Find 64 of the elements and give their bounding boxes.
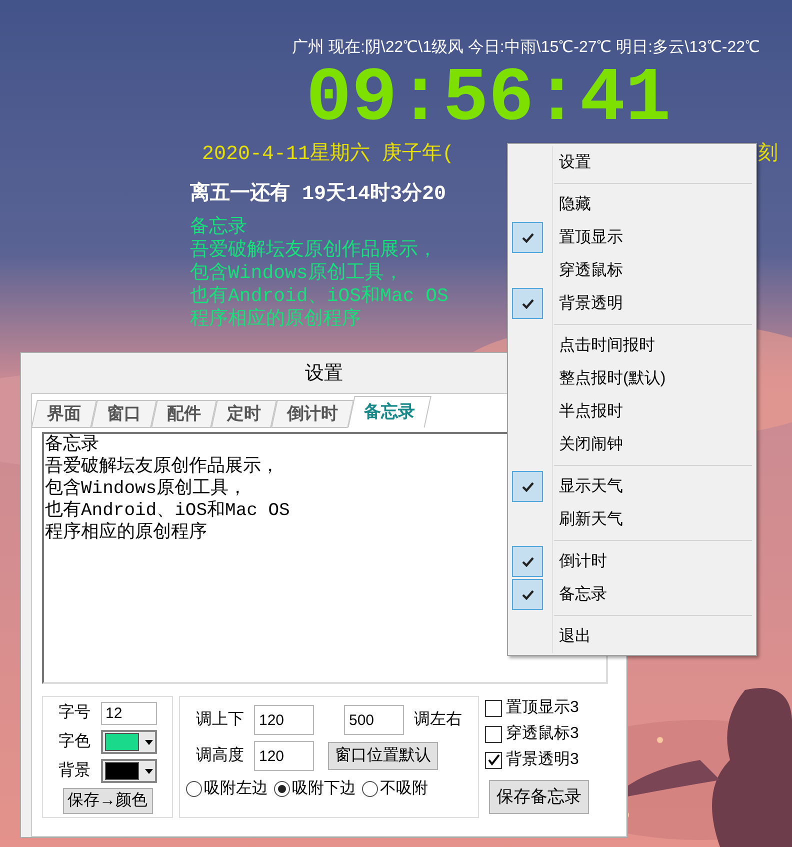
dialog-title: 设置 bbox=[305, 362, 343, 386]
checkmark-icon bbox=[522, 232, 534, 242]
clock-time: 09:56:41 bbox=[306, 60, 671, 138]
option-checkbox[interactable]: 穿透鼠标3 bbox=[485, 722, 589, 746]
menu-item[interactable]: 置顶显示 bbox=[508, 221, 756, 254]
tab[interactable]: 配件 bbox=[151, 400, 217, 428]
date-text-fragment: 刻 bbox=[758, 142, 778, 168]
caret-icon bbox=[144, 768, 152, 774]
number-field[interactable]: 500 bbox=[344, 705, 404, 735]
default-position-button[interactable]: 窗口位置默认 bbox=[328, 742, 438, 770]
field-label: 调高度 bbox=[196, 746, 244, 766]
field-label: 背景 bbox=[58, 760, 90, 781]
menu-item[interactable]: 穿透鼠标 bbox=[508, 254, 756, 287]
memo-line: 备忘录 bbox=[190, 216, 247, 239]
menu-item[interactable]: 半点报时 bbox=[508, 395, 756, 428]
menu-item-label: 退出 bbox=[559, 626, 591, 646]
countdown-text: 离五一还有 19天14时3分20 bbox=[190, 182, 446, 208]
menu-item-label: 设置 bbox=[559, 152, 591, 172]
save-color-button[interactable]: 保存→颜色 bbox=[62, 788, 152, 814]
menu-item-label: 半点报时 bbox=[559, 402, 623, 422]
tab[interactable]: 窗口 bbox=[91, 400, 157, 428]
menu-item-label: 倒计时 bbox=[559, 552, 607, 572]
memo-line: 程序相应的原创程序 bbox=[190, 308, 361, 331]
field-label: 字号 bbox=[58, 702, 90, 723]
snap-radio[interactable]: 吸附左边 bbox=[186, 777, 268, 801]
memo-line: 吾爱破解坛友原创作品展示， bbox=[190, 239, 437, 262]
snap-radio[interactable]: 吸附下边 bbox=[274, 777, 356, 801]
tab[interactable]: 备忘录 bbox=[348, 396, 432, 428]
option-checkbox[interactable]: 背景透明3 bbox=[485, 748, 589, 772]
checkmark-icon bbox=[522, 556, 534, 566]
menu-item-label: 穿透鼠标 bbox=[559, 260, 623, 280]
tab[interactable]: 定时 bbox=[211, 400, 277, 428]
menu-item-label: 点击时间报时 bbox=[559, 336, 655, 356]
menu-item[interactable]: 背景透明 bbox=[508, 287, 756, 320]
menu-item[interactable]: 整点报时(默认) bbox=[508, 362, 756, 395]
weather-text: 广州 现在:阴\22℃\1级风 今日:中雨\15℃-27℃ 明日:多云\13℃-22℃ bbox=[292, 38, 760, 58]
field-label: 字色 bbox=[58, 732, 90, 752]
menu-item-label: 备忘录 bbox=[559, 584, 607, 604]
menu-item-label: 背景透明 bbox=[559, 294, 623, 314]
tab[interactable]: 倒计时 bbox=[271, 400, 354, 428]
menu-item[interactable]: 隐藏 bbox=[508, 188, 756, 221]
date-text: 2020-4-11星期六 庚子年( bbox=[202, 142, 454, 168]
font-size-field[interactable]: 12 bbox=[100, 702, 156, 724]
memo-line: 包含Windows原创工具， bbox=[190, 262, 403, 285]
number-field[interactable]: 120 bbox=[254, 705, 314, 735]
option-checkbox[interactable]: 置顶显示3 bbox=[485, 696, 589, 720]
color-dropdown[interactable] bbox=[100, 759, 156, 783]
menu-item-label: 隐藏 bbox=[559, 194, 591, 214]
menu-item-label: 置顶显示 bbox=[559, 228, 623, 248]
tab[interactable]: 界面 bbox=[31, 400, 97, 428]
menu-item[interactable]: 点击时间报时 bbox=[508, 329, 756, 362]
memo-line: 也有Android、iOS和Mac OS bbox=[190, 285, 448, 308]
field-label: 调左右 bbox=[414, 710, 462, 730]
menu-item[interactable]: 设置 bbox=[508, 146, 756, 179]
field-label: 调上下 bbox=[196, 710, 244, 730]
menu-item-label: 整点报时(默认) bbox=[559, 368, 666, 388]
checkmark-icon bbox=[522, 482, 534, 492]
number-field[interactable]: 120 bbox=[254, 741, 314, 771]
caret-icon bbox=[144, 740, 152, 744]
save-memo-button[interactable]: 保存备忘录 bbox=[489, 780, 589, 814]
snap-radio[interactable]: 不吸附 bbox=[362, 777, 428, 801]
color-dropdown[interactable] bbox=[100, 730, 156, 754]
checkmark-icon bbox=[522, 590, 534, 600]
checkmark-icon bbox=[522, 298, 534, 308]
